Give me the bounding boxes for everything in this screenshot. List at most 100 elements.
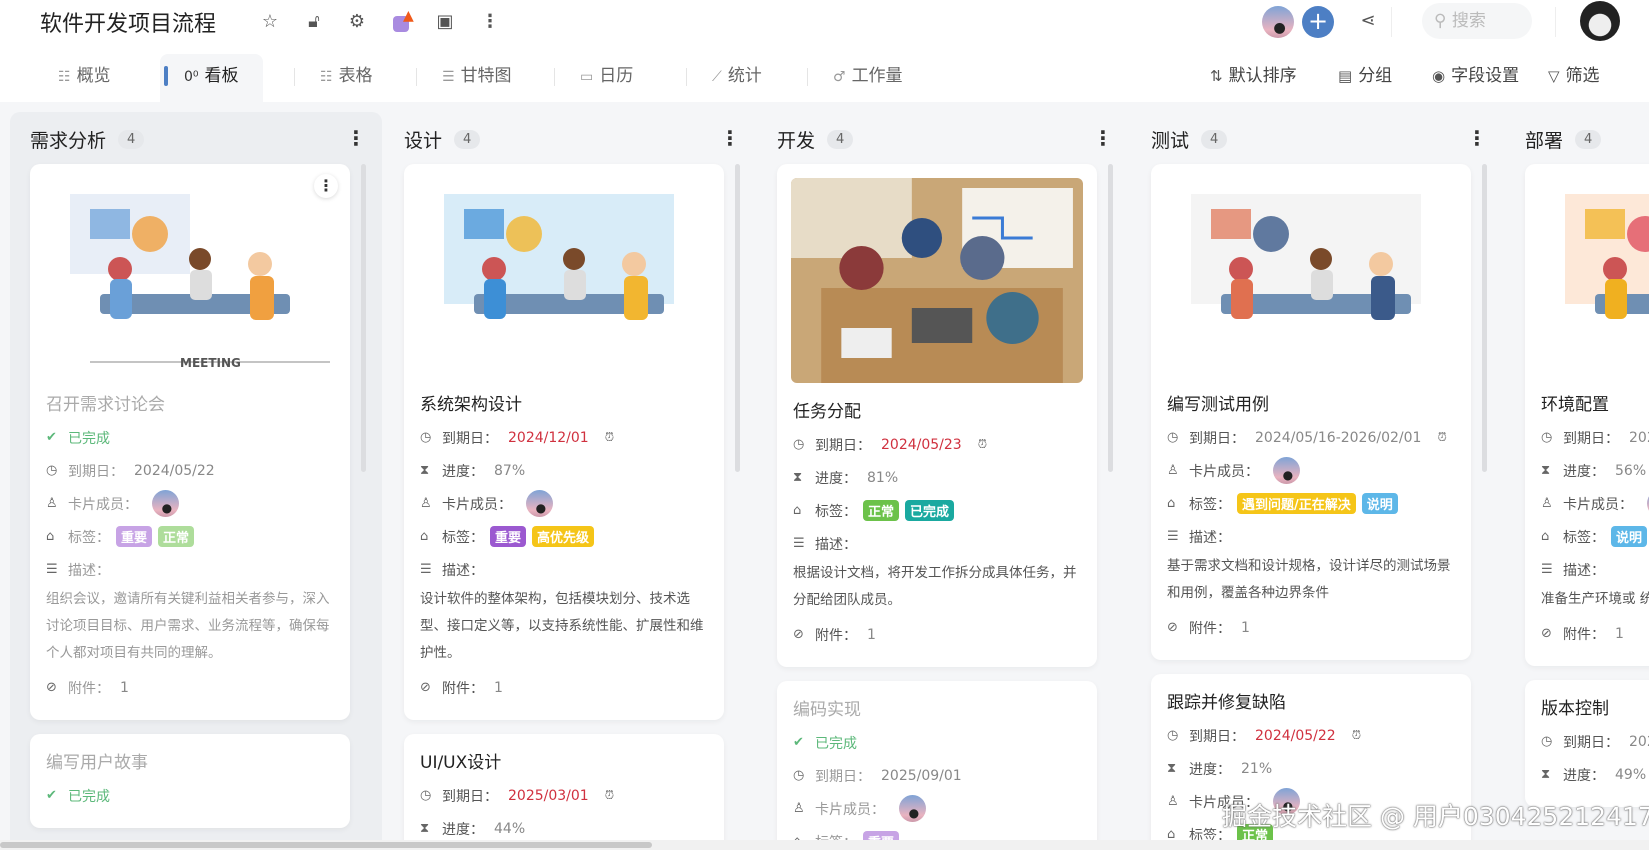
lock-icon[interactable]: 🔓︎	[302, 10, 326, 34]
card-list: 环境配置 ◷ 到期日： 202 ⧗ 进度： 56% ♙ 卡片成员： ⌂ 标签： 说明 ☰ 描述： 准备生产环…	[1525, 164, 1649, 821]
field-label: 到期日：	[1189, 728, 1245, 745]
tab-divider	[686, 68, 687, 86]
card-description: 准备生产环境或 统、中间件、依	[1541, 591, 1649, 607]
toolbar-sort[interactable]: ⇅ 默认排序	[1210, 54, 1297, 98]
tag-badge: 正常	[863, 500, 900, 521]
task-card[interactable]: 系统架构设计 ◷ 到期日： 2024/12/01 ⏰︎ ⧗ 进度： 87% ♙ 卡片成员： ⌂ 标签：…	[404, 164, 724, 720]
chart-icon: ⟋	[712, 69, 722, 85]
add-member-button[interactable]: +	[1302, 6, 1334, 38]
task-card[interactable]: 环境配置 ◷ 到期日： 202 ⧗ 进度： 56% ♙ 卡片成员： ⌂ 标签： 说明 ☰ 描述： 准备生产环…	[1525, 164, 1649, 666]
alarm-icon[interactable]: ⏰︎	[605, 788, 614, 803]
column-4: 部署4⋮环境配置◷到期日：202⧗进度：56%♙卡片成员：⌂标签：说明☰描述：准…	[1505, 112, 1649, 840]
member-avatar[interactable]	[1273, 457, 1300, 484]
star-icon[interactable]: ☆	[258, 10, 282, 34]
scrollbar-thumb[interactable]	[0, 842, 652, 848]
field-label: 标签：	[68, 529, 110, 546]
toolbar-filter[interactable]: ▽ 筛选	[1548, 54, 1600, 98]
robot-icon[interactable]: ▣	[433, 10, 457, 34]
task-card[interactable]: MEETING ⋮ 召开需求讨论会 ✔ 已完成 ◷ 到期日： 2024/05/22 ♙ 卡片成员：…	[30, 164, 350, 720]
tab-4[interactable]: ▭ 日历	[580, 54, 633, 102]
field-value: 2024/05/22	[1255, 727, 1336, 744]
field-due: ◷ 到期日： 2025/09/01	[777, 759, 1097, 792]
settings-sliders-icon[interactable]: ⚙︎	[345, 10, 369, 34]
clock-icon: ◷	[420, 430, 432, 445]
card-title: 编写测试用例	[1167, 395, 1269, 415]
task-card[interactable]: 编写用户故事 ✔ 已完成	[30, 734, 350, 828]
tab-3[interactable]: ☰ 甘特图	[442, 54, 512, 102]
alarm-icon[interactable]: ⏰︎	[978, 437, 987, 452]
column-more-icon[interactable]: ⋮	[720, 126, 740, 150]
check-circle-icon: ✔	[46, 788, 57, 803]
member-avatar[interactable]	[526, 490, 553, 517]
task-card[interactable]: UI/UX设计 ◷ 到期日： 2025/03/01 ⏰︎ ⧗ 进度： 44%	[404, 734, 724, 840]
field-label: 附件：	[442, 680, 484, 697]
column-more-icon[interactable]: ⋮	[1467, 126, 1487, 150]
horizontal-scrollbar[interactable]	[0, 840, 1649, 850]
tab-label: 概览	[76, 66, 111, 86]
tab-label: 统计	[727, 66, 762, 86]
member-avatar[interactable]	[1262, 6, 1294, 38]
column-scrollbar[interactable]	[1108, 164, 1113, 472]
card-cover-image	[791, 178, 1083, 383]
card-more-button[interactable]: ⋮	[314, 174, 338, 198]
tab-1[interactable]: 0⁰ 看板	[160, 54, 263, 102]
tab-0[interactable]: ☷ 概览	[58, 54, 111, 102]
member-avatar[interactable]	[899, 795, 926, 822]
column-scrollbar[interactable]	[1482, 164, 1487, 472]
toolbar-eye[interactable]: ◉ 字段设置	[1432, 54, 1519, 98]
field-label: 卡片成员：	[1189, 463, 1259, 480]
column-title: 开发	[777, 129, 816, 152]
tab-5[interactable]: ⟋ 统计	[712, 54, 762, 102]
tag-badge: 重要	[490, 526, 527, 547]
user-avatar[interactable]	[1580, 1, 1620, 41]
field-label: 附件：	[1189, 620, 1231, 637]
field-label: 已完成	[68, 788, 110, 805]
field-value: 21%	[1241, 760, 1273, 777]
field-label: 卡片成员：	[1563, 496, 1633, 513]
field-label: 描述：	[1189, 529, 1231, 546]
tab-2[interactable]: ☷ 表格	[320, 54, 373, 102]
field-label: 附件：	[815, 627, 857, 644]
share-icon[interactable]: ⋖	[1356, 9, 1380, 33]
hourglass-icon: ⧗	[1541, 463, 1551, 478]
search-input[interactable]: ⚲ 搜索	[1422, 3, 1532, 39]
tag-icon: ⌂	[1167, 496, 1176, 511]
alarm-icon[interactable]: ⏰︎	[1437, 430, 1446, 445]
eye-icon: ◉	[1432, 67, 1446, 85]
task-card[interactable]: 版本控制 ◷ 到期日： 202 ⧗ 进度： 49%	[1525, 680, 1649, 807]
tag-badge: 说明	[1611, 526, 1648, 547]
tab-label: 工作量	[851, 66, 903, 86]
column-header: 设计 4 ⋮	[404, 124, 740, 154]
card-title: 编码实现	[793, 700, 861, 720]
toolbar-group[interactable]: ▤ 分组	[1338, 54, 1392, 98]
task-card[interactable]: 任务分配 ◷ 到期日： 2024/05/23 ⏰︎ ⧗ 进度： 81% ⌂ 标签： 正常 已完成 ☰ 描述…	[777, 164, 1097, 667]
more-icon[interactable]: ⋮	[478, 10, 502, 34]
watermark: 掘金技术社区 @ 用户030425212417	[1222, 802, 1649, 831]
card-cover-image	[1151, 164, 1471, 376]
column-more-icon[interactable]: ⋮	[1093, 126, 1113, 150]
task-card[interactable]: 编码实现✔已完成◷到期日：2025/09/01♙卡片成员：⌂标签：重要	[777, 681, 1097, 840]
column-scrollbar[interactable]	[735, 164, 740, 472]
divider	[1391, 7, 1392, 37]
column-count-badge: 4	[827, 129, 854, 149]
field-label: 描述：	[815, 536, 857, 553]
task-card[interactable]: 编写测试用例 ◷ 到期日： 2024/05/16-2026/02/01 ⏰︎ ♙ 卡片成员：…	[1151, 164, 1471, 660]
field-value: 56%	[1615, 462, 1647, 479]
description-label-row: ☰ 描述：	[1525, 553, 1649, 586]
member-avatar[interactable]	[152, 490, 179, 517]
card-description: 根据设计文档，将开发工作拆分成具体任务，并分配给团队成员。	[793, 565, 1077, 608]
alarm-icon[interactable]: ⏰︎	[605, 430, 614, 445]
alarm-icon[interactable]: ⏰︎	[1352, 728, 1361, 743]
mascot-fire-icon[interactable]: ▲	[389, 8, 414, 34]
search-placeholder: 搜索	[1451, 11, 1486, 31]
user-icon: ♙	[1541, 496, 1553, 511]
tag-badge: 已完成	[905, 500, 955, 521]
field-label: 描述：	[68, 562, 110, 579]
tab-6[interactable]: ♂ 工作量	[833, 54, 903, 102]
column-more-icon[interactable]: ⋮	[346, 126, 366, 150]
field-value: 44%	[494, 820, 526, 837]
field-label: 进度：	[815, 470, 857, 487]
tool-label: 默认排序	[1228, 66, 1297, 86]
card-description: 组织会议，邀请所有关键利益相关者参与，深入讨论项目目标、用户需求、业务流程等，确…	[46, 591, 330, 661]
column-scrollbar[interactable]	[361, 164, 366, 472]
